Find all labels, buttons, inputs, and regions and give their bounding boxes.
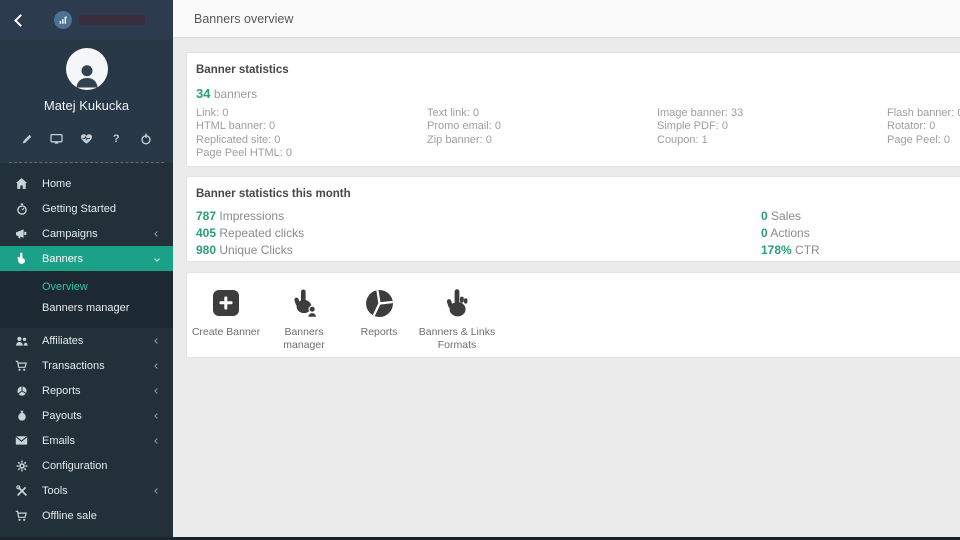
brand-logo-text: [79, 15, 145, 25]
shortcut-reports[interactable]: Reports: [343, 286, 415, 357]
tools-icon: [15, 484, 28, 497]
shortcut-banners-manager[interactable]: Banners manager: [265, 286, 343, 357]
stats-column-4: Flash banner: 0 Rotator: 0 Page Peel: 0: [887, 107, 960, 147]
stat-text-link: Text link: 0: [427, 107, 501, 120]
hand-pointer-icon: [444, 288, 470, 318]
pie-chart-icon: [365, 289, 394, 318]
power-icon[interactable]: [139, 132, 153, 146]
stat-ctr: 178% CTR: [761, 242, 820, 259]
banners-total: 34 banners: [196, 86, 960, 101]
submenu-item-overview[interactable]: Overview: [0, 277, 173, 298]
stat-coupon: Coupon: 1: [657, 134, 743, 147]
panel-title: Banner statistics: [196, 64, 960, 76]
users-icon: [15, 334, 28, 347]
sidebar-item-reports[interactable]: Reports: [0, 378, 173, 403]
month-stats-left: 787 Impressions 405 Repeated clicks 980 …: [196, 208, 304, 259]
stat-html-banner: HTML banner: 0: [196, 120, 292, 133]
sidebar-item-offline-sale[interactable]: Offline sale: [0, 503, 173, 528]
app-logo: [54, 11, 72, 29]
banner-statistics-panel: Banner statistics 34 banners Link: 0 HTM…: [186, 52, 960, 167]
gear-icon: [15, 459, 28, 472]
profile-actions: ?: [0, 132, 173, 146]
sidebar-item-configuration[interactable]: Configuration: [0, 453, 173, 478]
sidebar-item-home[interactable]: Home: [0, 171, 173, 196]
edit-pencil-icon[interactable]: [20, 132, 34, 146]
month-stats-right: 0 Sales 0 Actions 178% CTR: [761, 208, 820, 259]
stats-column-1: Link: 0 HTML banner: 0 Replicated site: …: [196, 107, 292, 161]
sidebar-item-tools[interactable]: Tools: [0, 478, 173, 503]
sidebar-nav: Home Getting Started Campaigns Banners O…: [0, 171, 173, 528]
banner-stats-columns: Link: 0 HTML banner: 0 Replicated site: …: [196, 107, 960, 163]
banners-total-label: banners: [214, 87, 257, 101]
stat-page-peel-html: Page Peel HTML: 0: [196, 147, 292, 160]
shortcuts-panel: Create Banner Banners manager: [186, 272, 960, 358]
chevron-down-icon: [154, 256, 160, 262]
sidebar-item-getting-started[interactable]: Getting Started: [0, 196, 173, 221]
cart-icon: [15, 509, 28, 522]
stat-promo-email: Promo email: 0: [427, 120, 501, 133]
month-statistics-panel: Banner statistics this month 787 Impress…: [186, 176, 960, 262]
panel-title: Banner statistics this month: [196, 188, 960, 200]
stat-unique-clicks: 980 Unique Clicks: [196, 242, 304, 259]
chevron-left-icon: [154, 338, 160, 344]
stat-sales: 0 Sales: [761, 208, 820, 225]
stat-impressions: 787 Impressions: [196, 208, 304, 225]
main-content: Banner statistics 34 banners Link: 0 HTM…: [173, 38, 960, 537]
chevron-left-icon: [154, 438, 160, 444]
user-name: Matej Kukucka: [0, 98, 173, 113]
money-bag-icon: [15, 409, 28, 422]
shortcut-create-banner[interactable]: Create Banner: [187, 286, 265, 357]
banners-submenu: Overview Banners manager: [0, 271, 173, 328]
pie-chart-icon: [15, 384, 28, 397]
stat-zip-banner: Zip banner: 0: [427, 134, 501, 147]
page-title: Banners overview: [194, 12, 293, 26]
sidebar-item-campaigns[interactable]: Campaigns: [0, 221, 173, 246]
submenu-item-banners-manager[interactable]: Banners manager: [0, 298, 173, 319]
megaphone-icon: [15, 227, 28, 240]
stats-column-2: Text link: 0 Promo email: 0 Zip banner: …: [427, 107, 501, 147]
chevron-left-icon: [154, 231, 160, 237]
help-icon[interactable]: ?: [109, 132, 123, 146]
stat-link: Link: 0: [196, 107, 292, 120]
chevron-left-icon: [154, 363, 160, 369]
cursor-user-icon: [289, 288, 319, 318]
sidebar-item-affiliates[interactable]: Affiliates: [0, 328, 173, 353]
divider: [9, 162, 164, 163]
stat-simple-pdf: Simple PDF: 0: [657, 120, 743, 133]
monitor-icon[interactable]: [50, 132, 64, 146]
stat-actions: 0 Actions: [761, 225, 820, 242]
stat-image-banner: Image banner: 33: [657, 107, 743, 120]
stat-replicated-site: Replicated site: 0: [196, 134, 292, 147]
chart-logo-icon: [58, 15, 69, 26]
stats-column-3: Image banner: 33 Simple PDF: 0 Coupon: 1: [657, 107, 743, 147]
hand-pointer-icon: [15, 252, 28, 265]
cart-icon: [15, 359, 28, 372]
user-profile: Matej Kukucka ?: [0, 40, 173, 163]
stopwatch-icon: [15, 202, 28, 215]
envelope-icon: [15, 434, 28, 447]
back-button[interactable]: [0, 0, 40, 40]
heartbeat-icon[interactable]: [80, 132, 94, 146]
sidebar-item-transactions[interactable]: Transactions: [0, 353, 173, 378]
chevron-left-icon: [154, 388, 160, 394]
stat-rotator: Rotator: 0: [887, 120, 960, 133]
create-banner-plus-icon: [213, 290, 239, 316]
sidebar: Matej Kukucka ? Home: [0, 40, 173, 540]
avatar: [66, 48, 108, 90]
sidebar-item-banners[interactable]: Banners: [0, 246, 173, 271]
page-header: Banners overview: [173, 0, 960, 38]
stat-repeated-clicks: 405 Repeated clicks: [196, 225, 304, 242]
sidebar-item-payouts[interactable]: Payouts: [0, 403, 173, 428]
stat-page-peel: Page Peel: 0: [887, 134, 960, 147]
sidebar-item-emails[interactable]: Emails: [0, 428, 173, 453]
chevron-left-icon: [154, 488, 160, 494]
shortcut-banners-links-formats[interactable]: Banners & Links Formats: [415, 286, 499, 357]
topbar: [0, 0, 173, 40]
person-icon: [72, 60, 102, 90]
banners-total-value: 34: [196, 86, 210, 101]
chevron-left-icon: [154, 413, 160, 419]
chevron-left-icon: [14, 14, 27, 27]
stat-flash-banner: Flash banner: 0: [887, 107, 960, 120]
home-icon: [15, 177, 28, 190]
